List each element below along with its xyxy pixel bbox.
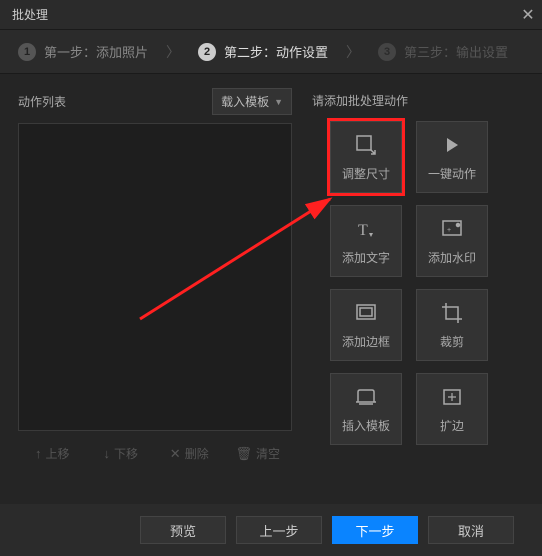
delete-icon: ✕: [170, 446, 181, 462]
window-title: 批处理: [12, 6, 48, 23]
step-num-icon: 1: [18, 43, 36, 61]
preview-button[interactable]: 预览: [140, 516, 226, 544]
action-label: 裁剪: [440, 333, 464, 350]
step-num-icon: 2: [198, 43, 216, 61]
panel-header: 动作列表 载入模板 ▼: [18, 88, 292, 115]
step-bar: 1 第一步：添加照片 〉 2 第二步：动作设置 〉 3 第三步：输出设置: [0, 30, 542, 74]
cancel-button[interactable]: 取消: [428, 516, 514, 544]
action-border[interactable]: 添加边框: [330, 289, 402, 361]
step-2[interactable]: 2 第二步：动作设置: [180, 30, 346, 73]
action-grid: 调整尺寸 一键动作 T 添加文字 + 添加水印: [312, 121, 524, 445]
action-list[interactable]: [18, 123, 292, 431]
step-label: 第二步：动作设置: [224, 42, 328, 61]
action-label: 插入模板: [342, 417, 390, 434]
action-text[interactable]: T 添加文字: [330, 205, 402, 277]
load-template-dropdown[interactable]: 载入模板 ▼: [212, 88, 292, 115]
titlebar: 批处理 ✕: [0, 0, 542, 30]
chevron-down-icon: ▼: [274, 97, 283, 107]
action-label: 调整尺寸: [342, 165, 390, 182]
resize-icon: [355, 133, 377, 157]
chevron-right-icon: 〉: [346, 42, 360, 62]
expand-icon: [441, 385, 463, 409]
border-icon: [355, 301, 377, 325]
move-up-button[interactable]: ↑上移: [18, 439, 87, 468]
left-panel: 动作列表 载入模板 ▼ ↑上移 ↓下移 ✕删除 🗑清空: [18, 88, 292, 468]
trash-icon: 🗑: [235, 446, 252, 462]
svg-text:+: +: [447, 227, 451, 234]
action-onekey[interactable]: 一键动作: [416, 121, 488, 193]
action-resize[interactable]: 调整尺寸: [330, 121, 402, 193]
text-icon: T: [355, 217, 377, 241]
actions-title: 请添加批处理动作: [312, 88, 524, 109]
action-label: 扩边: [440, 417, 464, 434]
load-template-label: 载入模板: [221, 93, 269, 110]
action-label: 添加文字: [342, 249, 390, 266]
right-panel: 请添加批处理动作 调整尺寸 一键动作 T 添加文字: [312, 88, 524, 445]
step-label: 第一步：添加照片: [44, 42, 148, 61]
action-label: 添加水印: [428, 249, 476, 266]
step-1[interactable]: 1 第一步：添加照片: [0, 30, 166, 73]
list-toolbar: ↑上移 ↓下移 ✕删除 🗑清空: [18, 439, 292, 468]
template-icon: [355, 385, 377, 409]
dialog-body: 动作列表 载入模板 ▼ ↑上移 ↓下移 ✕删除 🗑清空 请添加批处理动作 调整尺…: [0, 74, 542, 504]
action-crop[interactable]: 裁剪: [416, 289, 488, 361]
svg-text:T: T: [358, 222, 368, 239]
action-watermark[interactable]: + 添加水印: [416, 205, 488, 277]
step-num-icon: 3: [378, 43, 396, 61]
close-icon[interactable]: ✕: [514, 1, 542, 29]
step-label: 第三步：输出设置: [404, 42, 508, 61]
watermark-icon: +: [441, 217, 463, 241]
action-list-label: 动作列表: [18, 93, 66, 110]
crop-icon: [441, 301, 463, 325]
arrow-down-icon: ↓: [103, 446, 110, 461]
delete-button[interactable]: ✕删除: [155, 439, 224, 468]
move-down-button[interactable]: ↓下移: [87, 439, 156, 468]
next-button[interactable]: 下一步: [332, 516, 418, 544]
action-template[interactable]: 插入模板: [330, 373, 402, 445]
action-label: 添加边框: [342, 333, 390, 350]
prev-button[interactable]: 上一步: [236, 516, 322, 544]
step-3: 3 第三步：输出设置: [360, 30, 526, 73]
chevron-right-icon: 〉: [166, 42, 180, 62]
action-label: 一键动作: [428, 165, 476, 182]
action-expand[interactable]: 扩边: [416, 373, 488, 445]
arrow-up-icon: ↑: [35, 446, 42, 461]
play-icon: [443, 133, 461, 157]
footer: 预览 上一步 下一步 取消: [0, 504, 542, 556]
clear-button[interactable]: 🗑清空: [224, 439, 293, 468]
